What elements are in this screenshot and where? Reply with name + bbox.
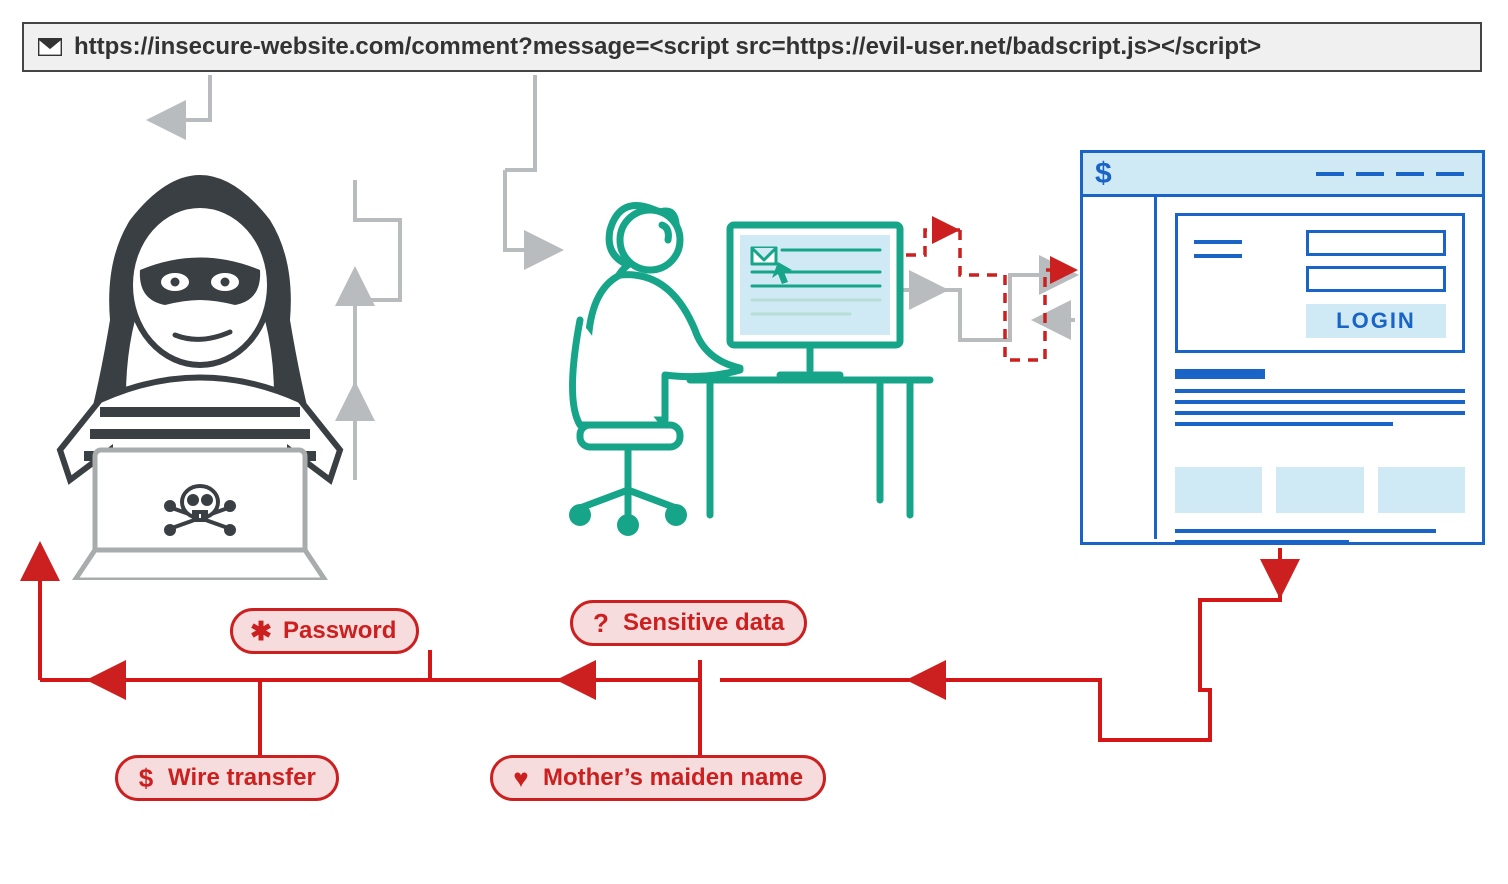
login-button[interactable]: LOGIN (1306, 304, 1446, 338)
bank-content-block (1175, 369, 1465, 433)
dollar-icon: $ (1095, 157, 1112, 191)
malicious-url-bar: https://insecure-website.com/comment?mes… (22, 22, 1482, 72)
bank-login-card: LOGIN (1175, 213, 1465, 353)
stolen-password-pill: ✱ Password (230, 608, 419, 654)
stolen-wire-transfer-pill: $ Wire transfer (115, 755, 339, 801)
bank-content-footer (1175, 522, 1465, 551)
asterisk-icon: ✱ (249, 618, 273, 644)
malicious-url-text: https://insecure-website.com/comment?mes… (74, 33, 1261, 61)
stolen-maiden-name-label: Mother’s maiden name (543, 764, 803, 792)
stolen-maiden-name-pill: ♥ Mother’s maiden name (490, 755, 826, 801)
heart-icon: ♥ (509, 765, 533, 791)
bank-website-window: $ LOGIN (1080, 150, 1485, 545)
stolen-password-label: Password (283, 617, 396, 645)
bank-content-cards (1175, 467, 1465, 513)
stolen-wire-transfer-label: Wire transfer (168, 764, 316, 792)
bank-title-bar: $ (1083, 153, 1482, 197)
envelope-icon (38, 38, 62, 56)
victim-illustration (520, 170, 940, 570)
dollar-icon: $ (134, 765, 158, 791)
username-field[interactable] (1306, 230, 1446, 256)
stolen-sensitive-data-pill: ? Sensitive data (570, 600, 807, 646)
attacker-illustration (40, 150, 360, 580)
bank-sidebar (1083, 197, 1157, 539)
stolen-sensitive-data-label: Sensitive data (623, 609, 784, 637)
window-controls-placeholder (1316, 172, 1464, 176)
password-field[interactable] (1306, 266, 1446, 292)
question-icon: ? (589, 610, 613, 636)
